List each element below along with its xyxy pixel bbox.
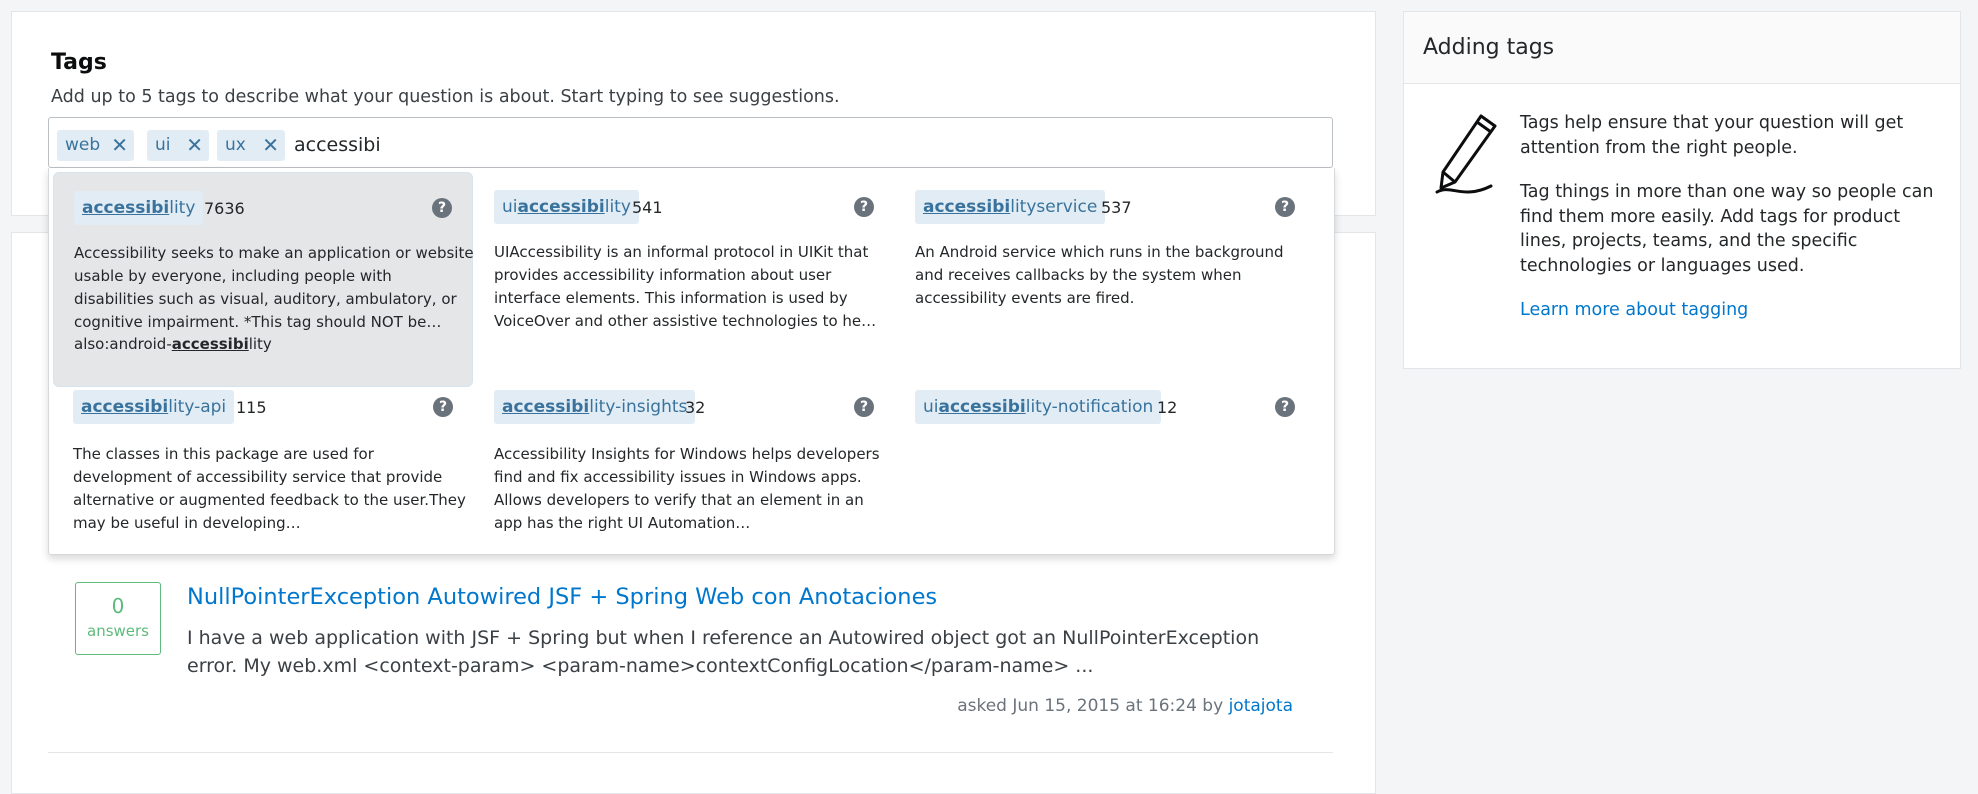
- close-icon[interactable]: ✕: [111, 130, 128, 161]
- close-icon[interactable]: ✕: [186, 130, 203, 161]
- help-icon[interactable]: ?: [1275, 397, 1295, 417]
- sidebar-paragraph-2: Tag things in more than one way so peopl…: [1520, 182, 1934, 276]
- suggestion-description: Accessibility Insights for Windows helps…: [494, 445, 880, 532]
- suggestion-count: 537: [1101, 198, 1132, 217]
- sidebar-paragraph-1: Tags help ensure that your question will…: [1520, 113, 1904, 158]
- help-icon[interactable]: ?: [433, 397, 453, 417]
- suggestion-description: The classes in this package are used for…: [73, 445, 466, 532]
- tag-input-field[interactable]: web ✕ ui ✕ ux ✕ accessibi: [48, 117, 1333, 168]
- selected-tag-ui[interactable]: ui ✕: [147, 130, 209, 161]
- selected-tag-label: ui: [155, 135, 171, 155]
- suggestion-synonym: also:android-accessibility: [74, 335, 272, 353]
- suggestion-tag-label: accessibility-insights: [494, 390, 696, 424]
- sidebar-title: Adding tags: [1404, 12, 1960, 84]
- suggestion-count: 12: [1157, 398, 1178, 417]
- pencil-icon: [1435, 114, 1497, 194]
- tags-description: Add up to 5 tags to describe what your q…: [51, 87, 840, 107]
- tag-suggestion-accessibilityservice[interactable]: accessibilityservice 537 ? An Android se…: [895, 172, 1315, 387]
- asked-date: asked Jun 15, 2015 at 16:24 by: [957, 696, 1224, 716]
- tags-title: Tags: [51, 50, 107, 75]
- help-icon[interactable]: ?: [1275, 197, 1295, 217]
- suggestion-count: 541: [632, 198, 663, 217]
- question-meta: asked Jun 15, 2015 at 16:24 by jotajota: [957, 696, 1293, 716]
- selected-tag-label: ux: [225, 135, 246, 155]
- divider: [48, 752, 1333, 753]
- answer-count-label: answers: [87, 622, 149, 640]
- close-icon[interactable]: ✕: [262, 130, 279, 161]
- suggestion-tag-label: uiaccessibility-notification: [915, 390, 1162, 424]
- help-icon[interactable]: ?: [432, 198, 452, 218]
- tag-suggestion-uiaccessibility-notification[interactable]: uiaccessibility-notification 12 ?: [895, 390, 1315, 550]
- similar-question-row: 0 answers NullPointerException Autowired…: [48, 556, 1333, 773]
- tag-suggestion-accessibility-api[interactable]: accessibility-api 115 ? The classes in t…: [53, 390, 473, 550]
- question-excerpt: I have a web application with JSF + Spri…: [187, 627, 1260, 677]
- tag-typed-text[interactable]: accessibi: [294, 130, 381, 161]
- answer-count-box: 0 answers: [75, 582, 161, 655]
- suggestion-description: Accessibility seeks to make an applicati…: [74, 244, 474, 331]
- suggestion-count: 32: [685, 398, 706, 417]
- suggestion-tag-label: accessibility: [74, 191, 204, 225]
- learn-more-link[interactable]: Learn more about tagging: [1520, 300, 1748, 320]
- suggestion-description: UIAccessibility is an informal protocol …: [494, 243, 877, 330]
- suggestion-tag-label: accessibilityservice: [915, 190, 1106, 224]
- selected-tag-web[interactable]: web ✕: [57, 130, 134, 161]
- suggestion-count: 115: [236, 398, 267, 417]
- selected-tag-label: web: [65, 135, 101, 155]
- suggestion-description: An Android service which runs in the bac…: [915, 243, 1284, 307]
- tag-suggestions-dropdown: accessibility 7636 ? Accessibility seeks…: [48, 168, 1335, 555]
- user-link[interactable]: jotajota: [1229, 696, 1293, 716]
- selected-tag-ux[interactable]: ux ✕: [217, 130, 285, 161]
- adding-tags-sidebar: Adding tags Tags help ensure that your q…: [1403, 11, 1961, 369]
- suggestion-tag-label: accessibility-api: [73, 390, 235, 424]
- tag-suggestion-uiaccessibility[interactable]: uiaccessibility 541 ? UIAccessibility is…: [474, 172, 894, 387]
- question-title-link[interactable]: NullPointerException Autowired JSF + Spr…: [187, 584, 937, 610]
- tag-suggestion-accessibility[interactable]: accessibility 7636 ? Accessibility seeks…: [53, 172, 474, 387]
- suggestion-count: 7636: [204, 199, 245, 218]
- tag-suggestion-accessibility-insights[interactable]: accessibility-insights 32 ? Accessibilit…: [474, 390, 894, 550]
- help-icon[interactable]: ?: [854, 397, 874, 417]
- suggestion-tag-label: uiaccessibility: [494, 190, 639, 224]
- help-icon[interactable]: ?: [854, 197, 874, 217]
- answer-count: 0: [111, 594, 125, 618]
